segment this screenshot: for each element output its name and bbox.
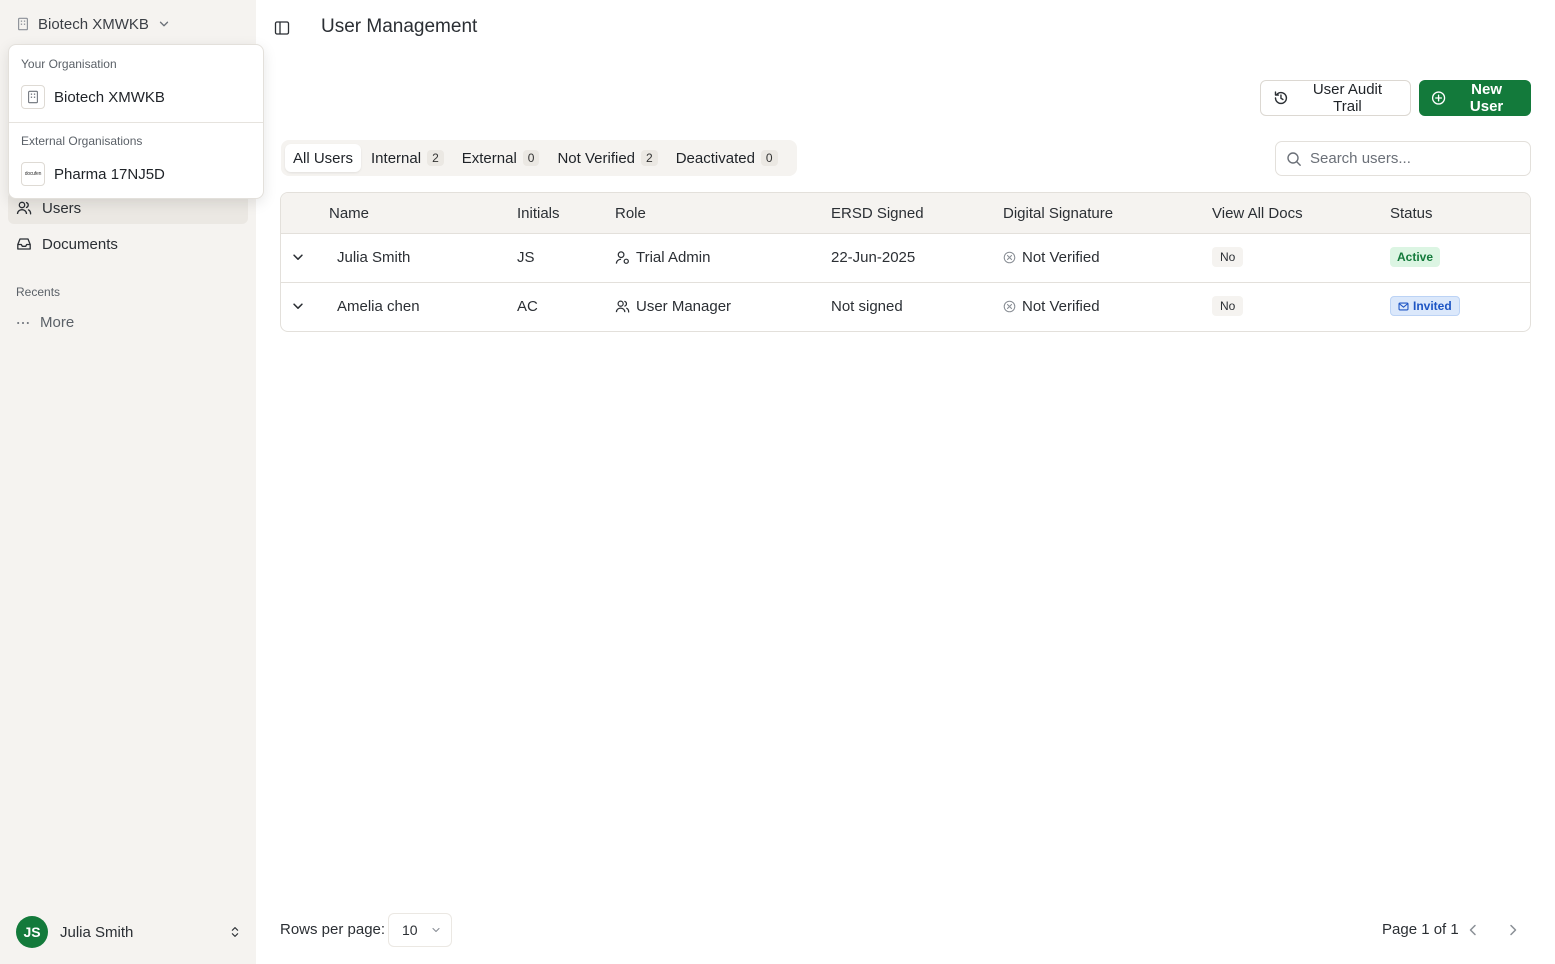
tab-count: 2 [641,150,658,166]
chevrons-up-down-icon [231,927,239,937]
digital-signature-cell: Not Verified [1003,249,1100,266]
plus-circle-icon [1431,91,1446,105]
org-logo: docufen [21,162,45,186]
tab-external[interactable]: External 0 [454,144,548,172]
tab-label: Internal [371,149,422,167]
role-label: User Manager [636,298,732,315]
your-org-label: Your Organisation [21,57,117,71]
mail-icon [1398,302,1409,310]
org-menu-item-external[interactable]: docufen Pharma 17NJ5D [21,162,165,186]
chevron-down-icon [159,21,169,27]
next-page-icon[interactable] [1505,922,1521,938]
new-user-button[interactable]: New User [1419,80,1531,116]
org-dropdown-menu: Your Organisation Biotech XMWKB External… [8,44,264,199]
expand-row-icon[interactable] [291,299,305,313]
user-name-cell: Julia Smith [337,249,411,266]
status-label: Invited [1413,299,1452,313]
user-cog-icon [615,251,629,264]
table-row[interactable]: Amelia chen AC User Manager Not signed N… [281,283,1530,331]
user-audit-trail-label: User Audit Trail [1312,81,1383,115]
users-table: Name Initials Role ERSD Signed Digital S… [280,192,1531,332]
user-audit-trail-button[interactable]: User Audit Trail [1260,80,1411,116]
tab-all-users[interactable]: All Users [285,144,362,172]
role-label: Trial Admin [636,249,711,266]
view-all-docs-badge: No [1212,296,1244,316]
org-menu-item-label: Pharma 17NJ5D [54,165,165,183]
org-menu-item-label: Biotech XMWKB [54,88,165,106]
ersd-cell: 22-Jun-2025 [831,249,916,266]
sidebar-item-label: Documents [42,235,118,253]
search-input[interactable] [1310,150,1510,167]
column-header-digital-signature[interactable]: Digital Signature [1003,205,1113,222]
status-badge: Active [1390,247,1441,267]
digital-signature-label: Not Verified [1022,249,1100,266]
tab-deactivated[interactable]: Deactivated 0 [668,144,786,172]
sidebar-item-documents[interactable]: Documents [8,228,248,260]
tab-label: All Users [293,149,354,167]
x-circle-icon [1003,251,1016,264]
tab-label: Not Verified [557,149,636,167]
tab-internal[interactable]: Internal 2 [363,144,452,172]
column-header-status[interactable]: Status [1390,205,1433,222]
user-name: Julia Smith [60,923,134,941]
tab-count: 2 [427,150,444,166]
users-icon [615,300,630,313]
column-header-name[interactable]: Name [329,205,369,222]
users-icon [16,201,32,215]
rows-per-page-label: Rows per page: [280,921,386,938]
recents-label: Recents [16,285,61,299]
status-badge: Invited [1390,296,1460,316]
table-row[interactable]: Julia Smith JS Trial Admin 22-Jun-2025 N… [281,234,1530,283]
tab-count: 0 [760,150,778,166]
table-header: Name Initials Role ERSD Signed Digital S… [281,193,1530,234]
avatar: JS [16,916,48,948]
history-icon [1274,91,1288,105]
sidebar-item-label: Users [42,199,82,217]
previous-page-icon[interactable] [1465,922,1481,938]
user-menu[interactable]: JS Julia Smith [16,916,242,948]
column-header-view-all-docs[interactable]: View All Docs [1212,205,1303,222]
rows-per-page-select[interactable]: 10 [388,913,452,947]
tab-label: Deactivated [675,149,755,167]
page-title: User Management [321,16,478,37]
org-menu-item-own[interactable]: Biotech XMWKB [21,85,165,109]
tab-not-verified[interactable]: Not Verified 2 [549,144,665,172]
initials-cell: AC [517,298,538,315]
chevron-down-icon [432,927,440,933]
expand-row-icon[interactable] [291,250,305,264]
tab-label: External [461,149,517,167]
external-orgs-label: External Organisations [21,134,143,148]
sidebar-toggle-icon[interactable] [274,20,290,36]
more-horizontal-icon [17,321,29,324]
org-switcher-label: Biotech XMWKB [38,15,149,33]
x-circle-icon [1003,300,1016,313]
inbox-icon [17,238,31,250]
initials-cell: JS [517,249,535,266]
org-switcher[interactable]: Biotech XMWKB [16,12,171,36]
user-filter-tabs: All Users Internal 2 External 0 Not Verifi… [281,140,797,176]
column-header-role[interactable]: Role [615,205,646,222]
view-all-docs-badge: No [1212,247,1244,267]
search-box [1275,141,1531,176]
digital-signature-cell: Not Verified [1003,298,1100,315]
divider [9,122,263,123]
rows-per-page-value: 10 [402,922,418,938]
more-label: More [40,314,75,331]
column-header-initials[interactable]: Initials [517,205,560,222]
ersd-cell: Not signed [831,298,903,315]
page-info: Page 1 of 1 [1382,921,1459,938]
role-cell: Trial Admin [615,249,710,266]
sidebar-item-more[interactable]: More [16,314,74,331]
new-user-label: New User [1469,81,1504,115]
building-icon [21,85,45,109]
column-header-ersd-signed[interactable]: ERSD Signed [831,205,924,222]
role-cell: User Manager [615,298,731,315]
search-icon [1287,151,1301,166]
building-icon [18,17,28,31]
tab-count: 0 [522,150,540,166]
user-name-cell: Amelia chen [337,298,420,315]
digital-signature-label: Not Verified [1022,298,1100,315]
